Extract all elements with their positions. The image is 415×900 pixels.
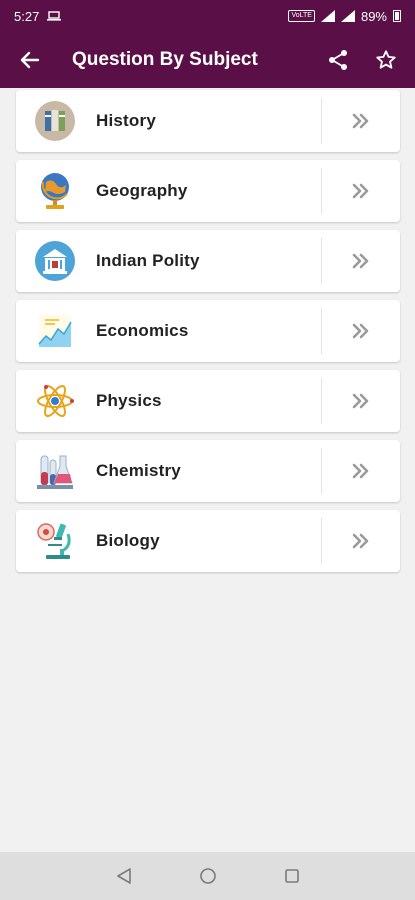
app-bar: Question By Subject (0, 32, 415, 88)
share-icon (329, 50, 347, 70)
test-tubes-icon (34, 450, 76, 492)
books-icon (34, 100, 76, 142)
subject-label: Economics (96, 321, 189, 340)
battery-percent: 89% (360, 8, 387, 24)
subject-label: Chemistry (96, 461, 181, 480)
battery-icon (393, 10, 401, 22)
double-chevron-right-icon (352, 533, 369, 549)
double-chevron-right-icon (352, 253, 369, 269)
atom-icon (34, 380, 76, 422)
subject-item-physics[interactable]: Physics (16, 370, 400, 432)
divider (321, 168, 322, 214)
divider (321, 518, 322, 564)
system-nav-bar (0, 852, 415, 900)
double-chevron-right-icon (352, 393, 369, 409)
globe-icon (34, 170, 76, 212)
subject-label: Biology (96, 531, 160, 550)
subject-label: Indian Polity (96, 251, 200, 270)
volte-badge: VoLTE (288, 10, 315, 22)
divider (321, 378, 322, 424)
growth-chart-icon (34, 310, 76, 352)
favorite-button[interactable] (369, 43, 403, 77)
nav-recents-button[interactable] (279, 863, 305, 889)
parliament-icon (34, 240, 76, 282)
laptop-icon (47, 11, 62, 21)
subject-item-geography[interactable]: Geography (16, 160, 400, 222)
subject-item-indian-polity[interactable]: Indian Polity (16, 230, 400, 292)
status-bar: 5:27 VoLTE 89% (0, 0, 415, 32)
microscope-icon (34, 520, 76, 562)
double-chevron-right-icon (352, 463, 369, 479)
back-triangle-icon (116, 868, 131, 884)
nav-home-button[interactable] (195, 863, 221, 889)
page-title: Question By Subject (72, 49, 258, 70)
subject-label: Geography (96, 181, 188, 200)
status-time: 5:27 (14, 8, 40, 24)
subject-item-chemistry[interactable]: Chemistry (16, 440, 400, 502)
signal-2-icon (340, 10, 355, 22)
double-chevron-right-icon (352, 113, 369, 129)
subject-item-biology[interactable]: Biology (16, 510, 400, 572)
subject-list: History Geography Indian Polity Economic… (16, 90, 400, 580)
double-chevron-right-icon (352, 183, 369, 199)
divider (321, 98, 322, 144)
back-arrow-icon (20, 51, 40, 69)
home-circle-icon (199, 868, 216, 884)
signal-icon (320, 10, 335, 22)
star-icon (376, 50, 396, 69)
share-button[interactable] (321, 43, 355, 77)
subject-label: History (96, 111, 156, 130)
divider (321, 238, 322, 284)
recents-square-icon (284, 869, 299, 883)
back-button[interactable] (12, 42, 48, 78)
subject-item-history[interactable]: History (16, 90, 400, 152)
divider (321, 448, 322, 494)
divider (321, 308, 322, 354)
subject-label: Physics (96, 391, 162, 410)
subject-item-economics[interactable]: Economics (16, 300, 400, 362)
double-chevron-right-icon (352, 323, 369, 339)
nav-back-button[interactable] (111, 863, 137, 889)
